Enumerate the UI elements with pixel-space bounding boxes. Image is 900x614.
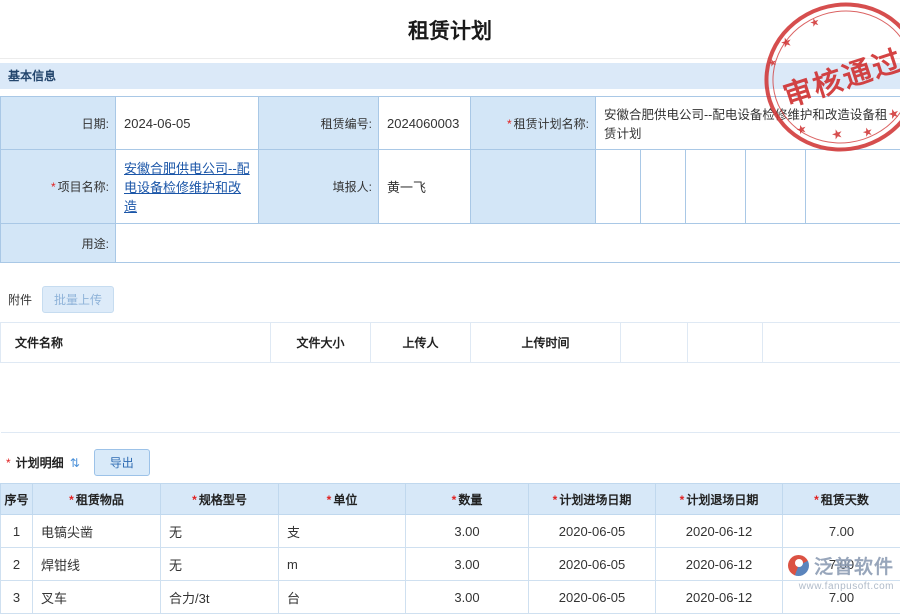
column-header: 上传时间 bbox=[471, 323, 621, 363]
table-cell: 叉车 bbox=[33, 581, 161, 614]
table-cell: 电镐尖凿 bbox=[33, 515, 161, 548]
plan-details-header-row: 序号*租赁物品*规格型号*单位*数量*计划进场日期*计划退场日期*租赁天数 bbox=[1, 484, 900, 515]
attachments-empty-row bbox=[1, 363, 900, 433]
plan-name-label: *租赁计划名称: bbox=[471, 97, 596, 150]
table-cell: 支 bbox=[279, 515, 406, 548]
table-cell: 7.00 bbox=[783, 515, 900, 548]
plan-name-value: 安徽合肥供电公司--配电设备检修维护和改造设备租赁计划 bbox=[596, 97, 900, 150]
column-header bbox=[688, 323, 763, 363]
table-cell: 无 bbox=[161, 548, 279, 581]
column-header: *租赁天数 bbox=[783, 484, 900, 515]
form-row-2: *项目名称: 安徽合肥供电公司--配电设备检修维护和改造 填报人: 黄一飞 bbox=[1, 150, 900, 224]
table-cell: 无 bbox=[161, 515, 279, 548]
plan-details-title: 计划明细 bbox=[16, 454, 64, 471]
date-label: 日期: bbox=[1, 97, 116, 150]
empty-cell bbox=[806, 150, 900, 224]
column-header: 序号 bbox=[1, 484, 33, 515]
table-cell: 2020-06-05 bbox=[529, 581, 656, 614]
vendor-url: www.fanpusoft.com bbox=[788, 581, 894, 592]
sort-icon[interactable]: ⇅ bbox=[70, 456, 80, 470]
filler-label: 填报人: bbox=[259, 150, 379, 224]
table-cell: 3 bbox=[1, 581, 33, 614]
column-header: *租赁物品 bbox=[33, 484, 161, 515]
column-header: *单位 bbox=[279, 484, 406, 515]
section-title: 基本信息 bbox=[8, 69, 56, 83]
column-header: *计划退场日期 bbox=[656, 484, 783, 515]
required-mark: * bbox=[69, 493, 74, 507]
table-row[interactable]: 3叉车合力/3t台3.002020-06-052020-06-127.00 bbox=[1, 581, 900, 614]
column-header bbox=[621, 323, 688, 363]
table-cell: 3.00 bbox=[406, 548, 529, 581]
column-header: *计划进场日期 bbox=[529, 484, 656, 515]
table-cell: 3.00 bbox=[406, 581, 529, 614]
vendor-brand: 泛普软件 bbox=[814, 552, 894, 579]
empty-cell bbox=[746, 150, 806, 224]
project-label: *项目名称: bbox=[1, 150, 116, 224]
table-cell: 3.00 bbox=[406, 515, 529, 548]
required-mark: * bbox=[814, 493, 819, 507]
project-value-cell: 安徽合肥供电公司--配电设备检修维护和改造 bbox=[116, 150, 259, 224]
table-cell: 台 bbox=[279, 581, 406, 614]
attachments-table: 文件名称文件大小上传人上传时间 bbox=[0, 322, 900, 433]
required-mark: * bbox=[51, 180, 56, 194]
column-header: 文件名称 bbox=[1, 323, 271, 363]
required-mark: * bbox=[680, 493, 685, 507]
purpose-label: 用途: bbox=[1, 224, 116, 263]
table-cell: 2020-06-05 bbox=[529, 548, 656, 581]
basic-info-table: 日期: 2024-06-05 租赁编号: 2024060003 *租赁计划名称:… bbox=[0, 96, 900, 263]
column-header: *数量 bbox=[406, 484, 529, 515]
rental-no-value: 2024060003 bbox=[379, 97, 471, 150]
attachments-empty-area bbox=[1, 363, 900, 433]
filler-value: 黄一飞 bbox=[379, 150, 471, 224]
batch-upload-button[interactable]: 批量上传 bbox=[42, 286, 114, 313]
table-row[interactable]: 1电镐尖凿无支3.002020-06-052020-06-127.00 bbox=[1, 515, 900, 548]
table-row[interactable]: 2焊钳线无m3.002020-06-052020-06-127.00 bbox=[1, 548, 900, 581]
plan-details-bar: * 计划明细 ⇅ 导出 bbox=[0, 445, 900, 480]
required-mark: * bbox=[327, 493, 332, 507]
date-value: 2024-06-05 bbox=[116, 97, 259, 150]
table-cell: 2020-06-05 bbox=[529, 515, 656, 548]
table-cell: 2020-06-12 bbox=[656, 581, 783, 614]
rental-no-label: 租赁编号: bbox=[259, 97, 379, 150]
table-cell: m bbox=[279, 548, 406, 581]
required-mark: * bbox=[452, 493, 457, 507]
vendor-logo-icon bbox=[788, 555, 809, 576]
empty-label-cell bbox=[471, 150, 596, 224]
empty-cell bbox=[686, 150, 746, 224]
required-mark: * bbox=[6, 456, 11, 470]
export-button[interactable]: 导出 bbox=[94, 449, 150, 476]
purpose-value bbox=[116, 224, 900, 263]
table-cell: 1 bbox=[1, 515, 33, 548]
column-header: 文件大小 bbox=[271, 323, 371, 363]
column-header: 上传人 bbox=[371, 323, 471, 363]
section-header-basic-info: 基本信息 bbox=[0, 63, 900, 89]
required-mark: * bbox=[192, 493, 197, 507]
table-cell: 合力/3t bbox=[161, 581, 279, 614]
plan-details-body: 1电镐尖凿无支3.002020-06-052020-06-127.002焊钳线无… bbox=[1, 515, 900, 614]
empty-cell bbox=[596, 150, 641, 224]
attachments-title: 附件 bbox=[8, 291, 32, 308]
project-link[interactable]: 安徽合肥供电公司--配电设备检修维护和改造 bbox=[124, 161, 250, 214]
attachments-bar: 附件 批量上传 bbox=[0, 282, 900, 317]
empty-cell bbox=[641, 150, 686, 224]
page-title: 租赁计划 bbox=[0, 0, 900, 59]
form-row-1: 日期: 2024-06-05 租赁编号: 2024060003 *租赁计划名称:… bbox=[1, 97, 900, 150]
column-header: *规格型号 bbox=[161, 484, 279, 515]
vendor-watermark: 泛普软件 www.fanpusoft.com bbox=[788, 552, 894, 592]
plan-details-table: 序号*租赁物品*规格型号*单位*数量*计划进场日期*计划退场日期*租赁天数 1电… bbox=[0, 483, 900, 614]
table-cell: 2 bbox=[1, 548, 33, 581]
attachments-header-row: 文件名称文件大小上传人上传时间 bbox=[1, 323, 900, 363]
table-cell: 焊钳线 bbox=[33, 548, 161, 581]
table-cell: 2020-06-12 bbox=[656, 515, 783, 548]
column-header bbox=[763, 323, 900, 363]
form-row-3: 用途: bbox=[1, 224, 900, 263]
required-mark: * bbox=[507, 117, 512, 131]
table-cell: 2020-06-12 bbox=[656, 548, 783, 581]
required-mark: * bbox=[553, 493, 558, 507]
